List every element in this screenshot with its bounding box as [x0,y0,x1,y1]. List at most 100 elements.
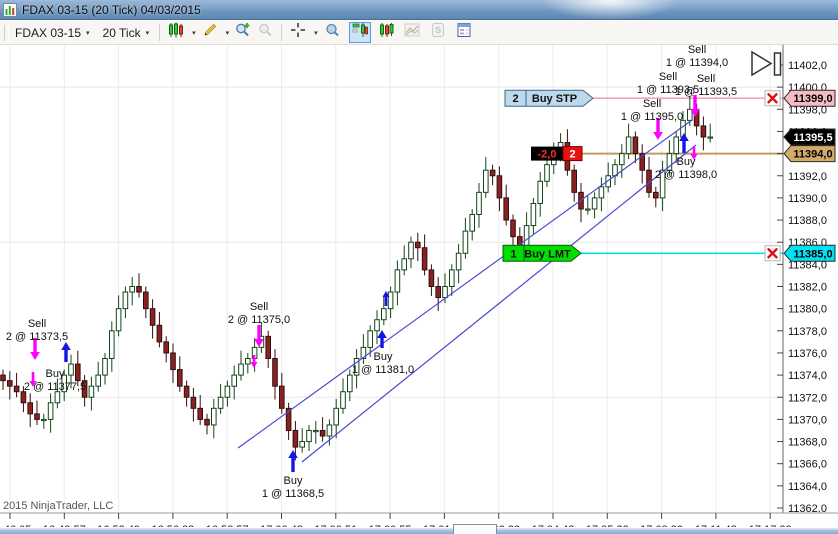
instrument-selector[interactable]: FDAX 03-15 ▾ [13,25,95,41]
svg-text:Sell: Sell [643,98,661,110]
svg-text:11399,0: 11399,0 [793,93,832,105]
bars-panel-button[interactable] [375,22,397,43]
svg-text:11388,0: 11388,0 [788,215,827,227]
svg-text:1 @ 11393,5: 1 @ 11393,5 [675,86,737,98]
chart-style-button[interactable] [165,22,187,43]
chevron-down-icon: ▾ [86,29,90,37]
svg-text:2 @ 11377,5: 2 @ 11377,5 [24,381,86,393]
close-stop-order-button[interactable] [764,90,781,107]
line-chart-icon [404,22,420,43]
zoom-out-icon [257,22,273,43]
position-qty-box[interactable]: 2 [562,146,583,162]
svg-text:Sell: Sell [28,318,46,330]
svg-text:Buy: Buy [677,156,696,168]
limit-price-tag: 11385,0 [783,244,836,262]
svg-text:1 @ 11381,0: 1 @ 11381,0 [352,364,414,376]
svg-text:11366,0: 11366,0 [788,459,827,471]
chart-area[interactable]: Sell2 @ 11373,5Buy2 @ 11377,5Sell2 @ 113… [0,45,838,534]
interval-selector[interactable]: 20 Tick ▾ [101,25,155,41]
grid-panel-button[interactable] [453,22,475,43]
data-box-icon [324,22,340,43]
svg-text:11382,0: 11382,0 [788,282,827,294]
svg-text:Sell: Sell [659,71,677,83]
svg-text:11385,0: 11385,0 [793,248,832,260]
trend-line[interactable] [237,119,693,449]
svg-text:-2,0: -2,0 [538,149,557,161]
svg-text:2: 2 [569,149,575,161]
strategy-report-button[interactable]: S [427,22,449,43]
zoom-in-button[interactable] [232,22,254,43]
close-limit-order-button[interactable] [764,245,781,262]
position-pnl-box: -2,0 [531,146,563,161]
copyright-text: 2015 NinjaTrader, LLC [3,500,113,512]
zoom-out-button[interactable] [254,22,276,43]
candlestick-series [0,96,714,461]
trade-fill-label: Sell1 @ 11393,5 [675,73,737,98]
stop-price-tag: 11399,0 [783,89,836,107]
svg-text:11368,0: 11368,0 [788,437,827,449]
titlebar-glow [540,0,680,20]
data-box-button[interactable] [321,22,343,43]
trade-fill-label: Buy2 @ 11398,0 [655,156,717,181]
svg-text:Buy: Buy [284,475,303,487]
svg-text:11390,0: 11390,0 [788,193,827,205]
grid-icon [456,22,472,43]
svg-text:11395,5: 11395,5 [793,132,832,144]
toolbar: FDAX 03-15 ▾ 20 Tick ▾ ▾ ▾ ▾ S [0,21,838,45]
trade-fill-label: Sell1 @ 11395,0 [621,98,683,123]
buy-arrow-marker [288,450,298,472]
instrument-label: FDAX 03-15 [15,25,82,40]
svg-text:Buy STP: Buy STP [532,93,577,105]
toolbar-separator [159,24,161,41]
trade-fill-label: Sell1 @ 11394,0 [666,45,728,69]
svg-text:11374,0: 11374,0 [788,370,827,382]
trade-fill-label: Sell2 @ 11375,0 [228,301,290,326]
zoom-in-icon [235,22,251,43]
buy-limit-order-tag[interactable]: 1 Buy LMT [502,244,582,262]
buy-arrow-marker [377,330,387,348]
title-bar[interactable]: FDAX 03-15 (20 Tick) 04/03/2015 [0,0,838,20]
svg-text:11402,0: 11402,0 [788,60,827,72]
chart-trader-icon [352,22,368,43]
svg-text:11370,0: 11370,0 [788,414,827,426]
svg-text:1: 1 [510,248,516,260]
svg-text:Buy LMT: Buy LMT [524,248,571,260]
svg-text:11394,0: 11394,0 [793,149,832,161]
svg-text:S: S [435,25,441,35]
chevron-down-icon: ▾ [145,29,150,37]
crosshair-icon [290,22,306,43]
svg-text:2: 2 [512,93,518,105]
window-icon [3,2,17,17]
svg-text:11372,0: 11372,0 [788,392,827,404]
bars-icon [378,22,394,43]
background-window-edge [0,527,838,534]
playback-control[interactable] [751,50,782,77]
background-window-fragment [453,524,497,534]
chart-style-icon [168,22,184,43]
svg-text:11376,0: 11376,0 [788,348,827,360]
line-chart-button[interactable] [401,22,423,43]
last-price-tag: 11395,5 [783,128,836,146]
buy-stop-order-tag[interactable]: 2 Buy STP [504,89,594,107]
entry-price-tag: 11394,0 [783,145,836,163]
price-axis: 11402,011400,011398,011396,011394,011392… [777,45,827,515]
svg-text:2 @ 11398,0: 2 @ 11398,0 [655,169,717,181]
svg-text:1 @ 11395,0: 1 @ 11395,0 [621,111,683,123]
drawing-tools-icon [202,22,218,43]
chart-trader-toggle[interactable] [348,22,371,43]
crosshair-button[interactable] [287,22,309,43]
toolbar-grip[interactable] [4,24,9,41]
svg-text:2 @ 11375,0: 2 @ 11375,0 [228,314,290,326]
interval-label: 20 Tick [102,25,141,40]
svg-text:11380,0: 11380,0 [788,304,827,316]
toolbar-separator [281,24,283,41]
svg-text:1 @ 11394,0: 1 @ 11394,0 [666,57,728,69]
trade-fill-label: Sell2 @ 11373,5 [6,318,68,343]
svg-text:11378,0: 11378,0 [788,326,827,338]
chevron-down-icon[interactable]: ▾ [226,29,230,37]
chevron-down-icon[interactable]: ▾ [314,29,318,37]
svg-text:11392,0: 11392,0 [788,171,827,183]
drawing-tools-button[interactable] [199,22,221,43]
chart-window: FDAX 03-15 (20 Tick) 04/03/2015 FDAX 03-… [0,0,838,534]
chevron-down-icon[interactable]: ▾ [192,29,196,37]
